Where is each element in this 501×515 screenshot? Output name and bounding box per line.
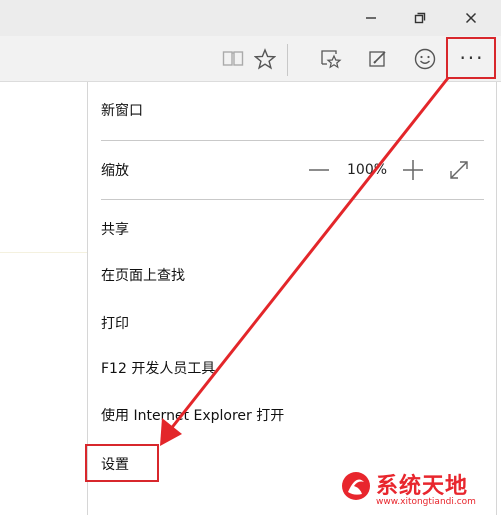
menu-item-label: 缩放 [101, 163, 129, 179]
favorites-hub-icon [321, 50, 342, 69]
toolbar-separator [287, 44, 288, 76]
watermark-url: www.xitongtiandi.com [376, 497, 476, 507]
menu-item-open-with-ie[interactable]: 使用 Internet Explorer 打开 [88, 395, 496, 435]
menu-item-new-window[interactable]: 新窗口 [88, 90, 496, 130]
add-favorite-button[interactable] [251, 45, 279, 73]
restore-icon [414, 12, 426, 24]
menu-item-label: 在页面上查找 [101, 268, 185, 284]
expand-icon [450, 161, 468, 179]
more-actions-menu: 新窗口 缩放 100% 共享 在页面上查找 打印 F12 开发人员工具 使用 I… [87, 82, 497, 515]
plus-icon [403, 160, 423, 180]
zoom-in-button[interactable] [402, 150, 424, 190]
menu-item-find-on-page[interactable]: 在页面上查找 [88, 255, 496, 295]
watermark-logo-icon [342, 472, 370, 500]
web-note-button[interactable] [364, 45, 392, 73]
more-icon: ··· [459, 46, 485, 70]
feedback-button[interactable] [411, 45, 439, 73]
minimize-icon [366, 17, 376, 19]
zoom-level: 100% [347, 150, 387, 190]
menu-item-zoom: 缩放 100% [88, 150, 496, 190]
menu-separator [101, 140, 484, 141]
star-icon [254, 48, 276, 70]
book-icon [222, 51, 244, 66]
pen-note-icon [369, 51, 386, 67]
watermark-title: 系统天地 [376, 474, 469, 499]
more-actions-button[interactable]: ··· [448, 38, 496, 78]
restore-button[interactable] [399, 4, 441, 32]
zoom-out-button[interactable] [308, 150, 330, 190]
title-bar [0, 0, 501, 36]
menu-item-label: 设置 [101, 457, 129, 473]
hub-button[interactable] [317, 45, 345, 73]
menu-item-share[interactable]: 共享 [88, 209, 496, 249]
menu-item-label: 使用 Internet Explorer 打开 [101, 408, 285, 424]
menu-item-dev-tools[interactable]: F12 开发人员工具 [88, 348, 496, 388]
menu-separator [101, 199, 484, 200]
minus-icon [309, 169, 329, 171]
minimize-button[interactable] [350, 4, 392, 32]
menu-item-print[interactable]: 打印 [88, 303, 496, 343]
browser-toolbar: ··· [0, 36, 501, 82]
page-content-line [0, 252, 90, 253]
menu-item-label: 新窗口 [101, 103, 143, 119]
close-button[interactable] [450, 4, 492, 32]
fullscreen-button[interactable] [448, 150, 470, 190]
zoom-value: 100% [347, 162, 388, 178]
menu-item-label: F12 开发人员工具 [101, 361, 216, 377]
reading-view-button[interactable] [219, 45, 247, 73]
menu-item-label: 共享 [101, 222, 129, 238]
close-icon [465, 12, 477, 24]
site-watermark: 系统天地 www.xitongtiandi.com [340, 468, 500, 512]
smiley-icon [414, 48, 436, 70]
menu-item-label: 打印 [101, 316, 129, 332]
